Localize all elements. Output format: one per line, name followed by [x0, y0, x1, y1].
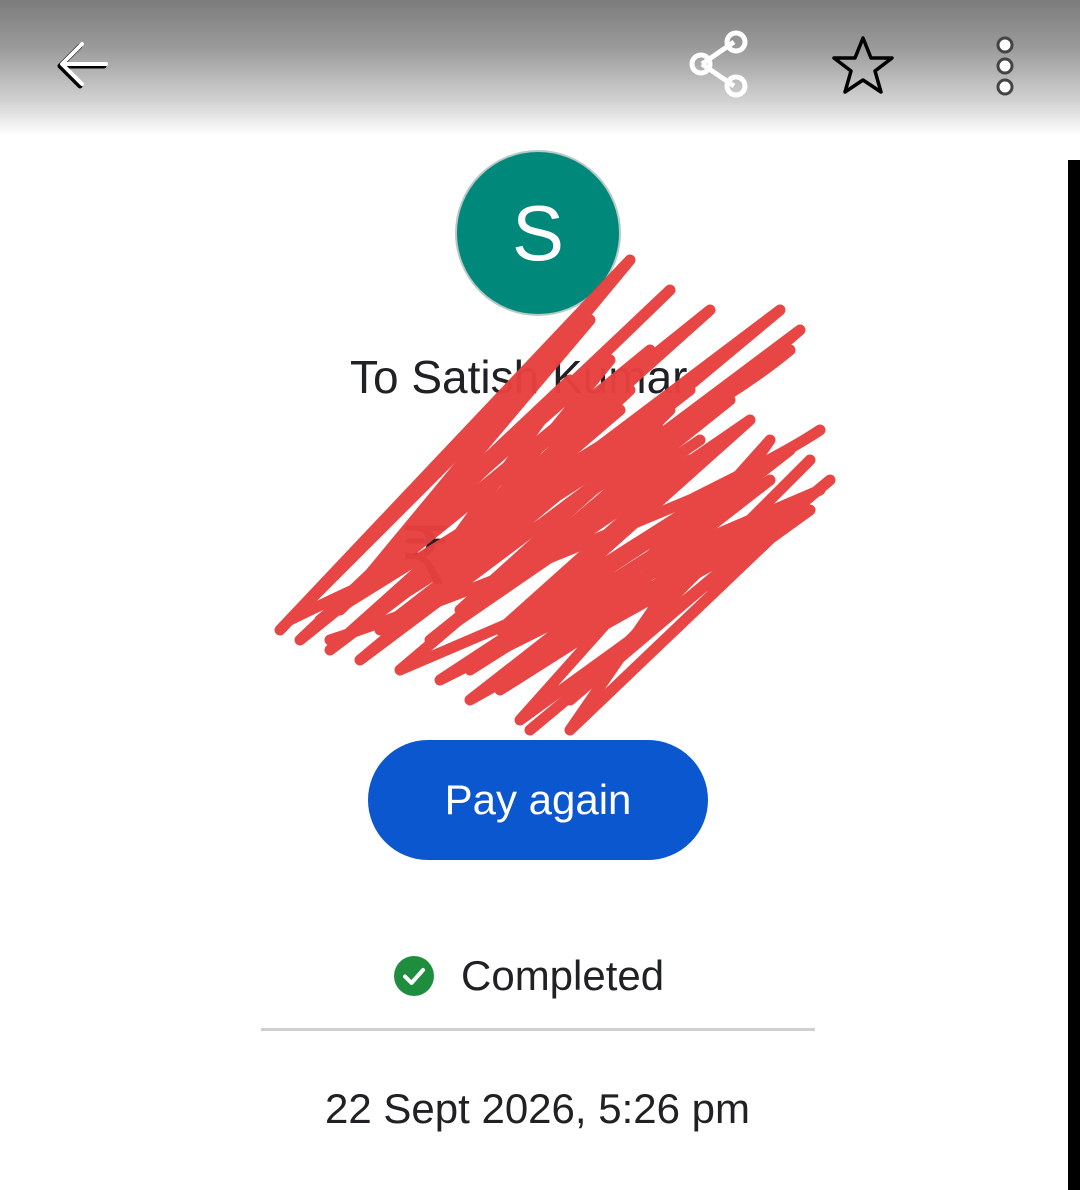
status-row: Completed	[393, 950, 664, 1002]
more-vert-icon[interactable]	[988, 36, 1022, 96]
back-arrow-icon[interactable]	[52, 36, 112, 96]
status-label: Completed	[461, 952, 665, 999]
star-icon[interactable]	[830, 34, 896, 98]
screen-edge	[1068, 160, 1080, 1190]
check-circle-icon	[394, 956, 434, 996]
pay-again-button[interactable]: Pay again	[368, 740, 708, 860]
transaction-datetime: 22 Sept 2026, 5:26 pm	[325, 1085, 750, 1132]
divider	[261, 1028, 815, 1031]
redaction-scribble	[274, 254, 836, 736]
app-bar	[0, 0, 1080, 135]
share-icon[interactable]	[688, 30, 752, 98]
